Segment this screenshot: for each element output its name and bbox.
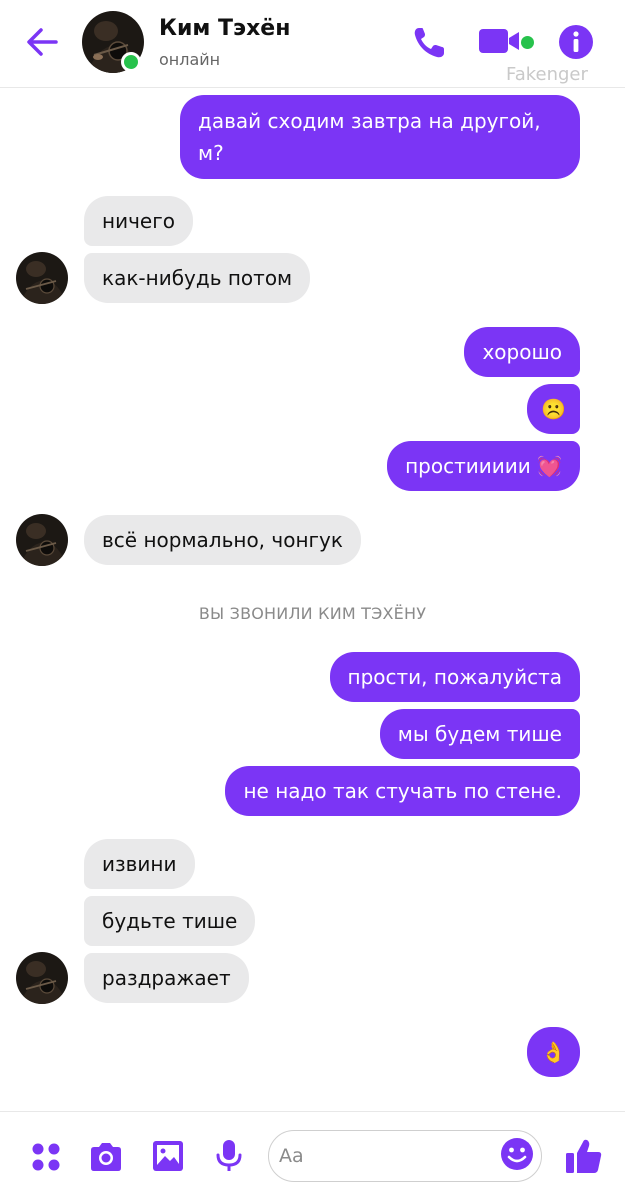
emoji-icon[interactable]: [500, 1137, 534, 1171]
thumbs-up-icon[interactable]: [564, 1136, 604, 1176]
watermark: Fakenger: [506, 64, 588, 85]
contact-status: онлайн: [159, 50, 221, 69]
message-outgoing[interactable]: давай сходим завтра на другой, м?: [180, 95, 580, 179]
sender-avatar[interactable]: [16, 952, 68, 1004]
message-outgoing[interactable]: прости, пожалуйста: [329, 652, 580, 702]
message-outgoing[interactable]: не надо так стучать по стене.: [225, 766, 580, 816]
info-icon[interactable]: [558, 24, 594, 60]
call-system-note: ВЫ ЗВОНИЛИ КИМ ТЭХЁНУ: [198, 604, 427, 623]
message-incoming[interactable]: ничего: [84, 196, 193, 246]
message-incoming[interactable]: извини: [84, 839, 195, 889]
message-incoming[interactable]: раздражает: [84, 953, 249, 1003]
message-incoming[interactable]: всё нормально, чонгук: [84, 515, 361, 565]
back-arrow-icon[interactable]: [22, 22, 62, 62]
contact-name[interactable]: Ким Тэхён: [159, 16, 290, 41]
message-outgoing[interactable]: хорошо: [464, 327, 580, 377]
message-incoming[interactable]: как-нибудь потом: [84, 253, 311, 303]
message-outgoing[interactable]: простиииии 💓: [387, 441, 580, 491]
message-input[interactable]: [279, 1139, 494, 1173]
chat-header: Ким Тэхён онлайн Fakenger: [0, 0, 625, 88]
message-incoming[interactable]: будьте тише: [84, 896, 256, 946]
video-camera-icon[interactable]: [478, 26, 520, 56]
message-outgoing[interactable]: мы будем тише: [379, 709, 580, 759]
sender-avatar[interactable]: [16, 514, 68, 566]
phone-icon[interactable]: [410, 24, 450, 60]
video-online-indicator: [521, 36, 534, 49]
apps-grid-icon[interactable]: [28, 1139, 64, 1175]
microphone-icon[interactable]: [211, 1138, 247, 1174]
online-indicator: [121, 52, 141, 72]
gallery-icon[interactable]: [150, 1138, 186, 1174]
camera-icon[interactable]: [88, 1139, 124, 1175]
message-outgoing-emoji[interactable]: ☹️: [527, 384, 580, 434]
message-outgoing-emoji[interactable]: 👌: [527, 1027, 580, 1077]
sender-avatar[interactable]: [16, 252, 68, 304]
